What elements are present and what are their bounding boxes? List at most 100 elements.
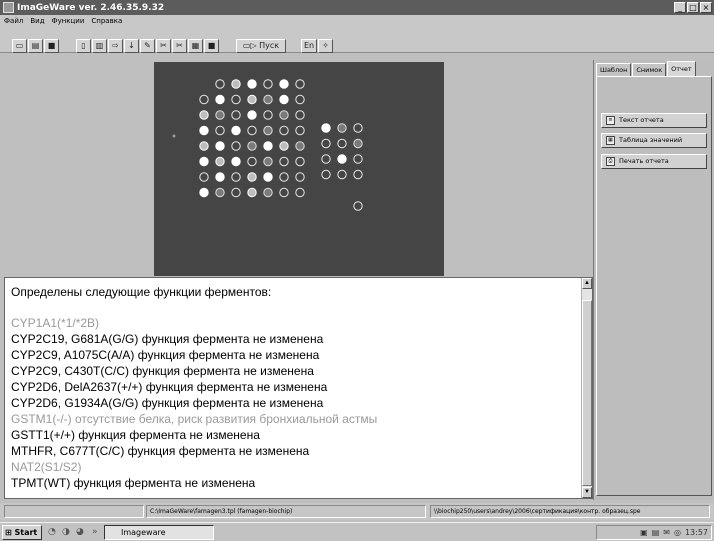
open-folder-icon[interactable]: ▤ — [28, 39, 43, 53]
start-button[interactable]: ⊞ Start — [2, 525, 42, 540]
open-icon[interactable]: ▭ — [12, 39, 27, 53]
spot — [353, 154, 363, 164]
maximize-button[interactable]: □ — [687, 2, 699, 13]
results-scrollbar[interactable]: ▲ ▼ — [581, 278, 592, 498]
spot — [279, 94, 289, 105]
spot — [231, 141, 241, 151]
run-icon: ▭▷ — [242, 41, 257, 50]
spot — [337, 169, 347, 180]
result-line: NAT2(S1/S2) — [11, 460, 82, 474]
menu-functions[interactable]: Функции — [52, 17, 85, 25]
minimize-button[interactable]: _ — [674, 2, 686, 13]
spot — [215, 172, 225, 182]
cut-2-icon[interactable]: ✂ — [172, 39, 187, 53]
menu-file[interactable]: Файл — [4, 17, 23, 25]
tray-icon[interactable]: ✉ — [663, 526, 670, 539]
spot — [295, 187, 305, 198]
tray-icon[interactable]: ▣ — [640, 526, 648, 539]
spot — [295, 94, 305, 105]
spot — [231, 94, 241, 105]
spot — [215, 79, 225, 89]
tab-template[interactable]: Шаблон — [596, 63, 632, 76]
spot — [321, 138, 331, 149]
print-report-label: Печать отчета — [619, 157, 669, 165]
spot — [295, 172, 305, 182]
quicklaunch-icon[interactable]: ◕ — [76, 527, 84, 537]
spot — [263, 172, 273, 182]
spot — [295, 79, 305, 89]
pencil-icon[interactable]: ✎ — [140, 39, 155, 53]
taskbar-app-button[interactable]: Imageware — [104, 525, 214, 540]
result-line: CYP2C9, C430T(C/C) функция фермента не и… — [11, 364, 314, 378]
menu-view[interactable]: Вид — [30, 17, 44, 25]
tab-snapshot[interactable]: Снимок — [632, 63, 667, 76]
language-button[interactable]: En — [301, 39, 317, 53]
fill-icon[interactable]: ■ — [204, 39, 219, 53]
zoom-icon[interactable]: ▯ — [76, 39, 91, 53]
menu-help[interactable]: Справка — [91, 17, 122, 25]
frame-icon[interactable]: ▥ — [92, 39, 107, 53]
spot — [353, 201, 363, 211]
spot — [247, 110, 257, 120]
scroll-thumb[interactable] — [582, 300, 592, 486]
pin-icon[interactable]: ↓ — [124, 39, 139, 53]
save-icon[interactable]: ■ — [44, 39, 59, 53]
results-header: Определены следующие функции ферментов: — [11, 285, 272, 299]
cut-icon[interactable]: ✂ — [156, 39, 171, 53]
move-icon[interactable]: ⇨ — [108, 39, 123, 53]
spot — [247, 94, 257, 105]
close-button[interactable]: × — [700, 2, 712, 13]
table-icon: ▦ — [606, 136, 615, 145]
spot — [263, 156, 273, 167]
windows-logo-icon: ⊞ — [5, 528, 12, 537]
values-table-button[interactable]: ▦ Таблица значений — [601, 133, 707, 148]
status-image-path: \\biochip250\users\andrey\2006\сертифика… — [430, 505, 710, 518]
spot — [337, 123, 347, 133]
results-panel[interactable]: Определены следующие функции ферментов: … — [4, 277, 593, 499]
spot — [199, 156, 209, 167]
spot — [279, 172, 289, 182]
spot — [199, 125, 209, 136]
spot — [263, 125, 273, 136]
report-tab-page: ≡ Текст отчета ▦ Таблица значений ⎙ Печа… — [596, 76, 712, 496]
spot — [263, 94, 273, 105]
run-button[interactable]: ▭▷ Пуск — [236, 39, 286, 53]
report-text-label: Текст отчета — [619, 116, 664, 124]
spot — [231, 125, 241, 136]
spot — [215, 141, 225, 151]
biochip-image[interactable] — [154, 62, 444, 276]
quicklaunch-icon[interactable]: ◔ — [48, 527, 56, 537]
overflow-chevron-icon[interactable]: » — [92, 527, 98, 537]
spot — [215, 125, 225, 136]
tab-report[interactable]: Отчет — [667, 61, 696, 76]
spot — [337, 138, 347, 149]
spot — [247, 141, 257, 151]
system-tray: ▣ ▤ ✉ ◎ 13:57 — [596, 525, 712, 540]
report-sidebar: Шаблон Снимок Отчет ≡ Текст отчета ▦ Таб… — [593, 60, 714, 500]
values-table-label: Таблица значений — [619, 136, 683, 144]
scroll-up-icon[interactable]: ▲ — [582, 278, 592, 289]
print-report-button[interactable]: ⎙ Печать отчета — [601, 154, 707, 169]
tray-icon[interactable]: ◎ — [674, 526, 681, 539]
settings-icon[interactable]: ✧ — [318, 39, 333, 53]
spot — [321, 169, 331, 180]
status-template-path: C:\ImaGeWare\famagen3.tpl (famagen-bioch… — [146, 505, 426, 518]
spot — [263, 79, 273, 89]
document-icon: ≡ — [606, 116, 615, 125]
spot — [295, 110, 305, 120]
app-icon — [3, 2, 14, 13]
quicklaunch-icon[interactable]: ◑ — [62, 527, 70, 537]
biochip-spots — [172, 79, 363, 211]
report-text-button[interactable]: ≡ Текст отчета — [601, 113, 707, 128]
spot — [353, 169, 363, 180]
spot — [353, 123, 363, 133]
status-cell-empty — [4, 505, 144, 518]
tray-icon[interactable]: ▤ — [652, 526, 660, 539]
spot — [295, 125, 305, 136]
spot — [263, 141, 273, 151]
scroll-down-icon[interactable]: ▼ — [582, 487, 592, 498]
spot — [279, 141, 289, 151]
result-line: CYP1A1(*1/*2B) — [11, 316, 100, 330]
spot — [321, 154, 331, 164]
grid-icon[interactable]: ▦ — [188, 39, 203, 53]
